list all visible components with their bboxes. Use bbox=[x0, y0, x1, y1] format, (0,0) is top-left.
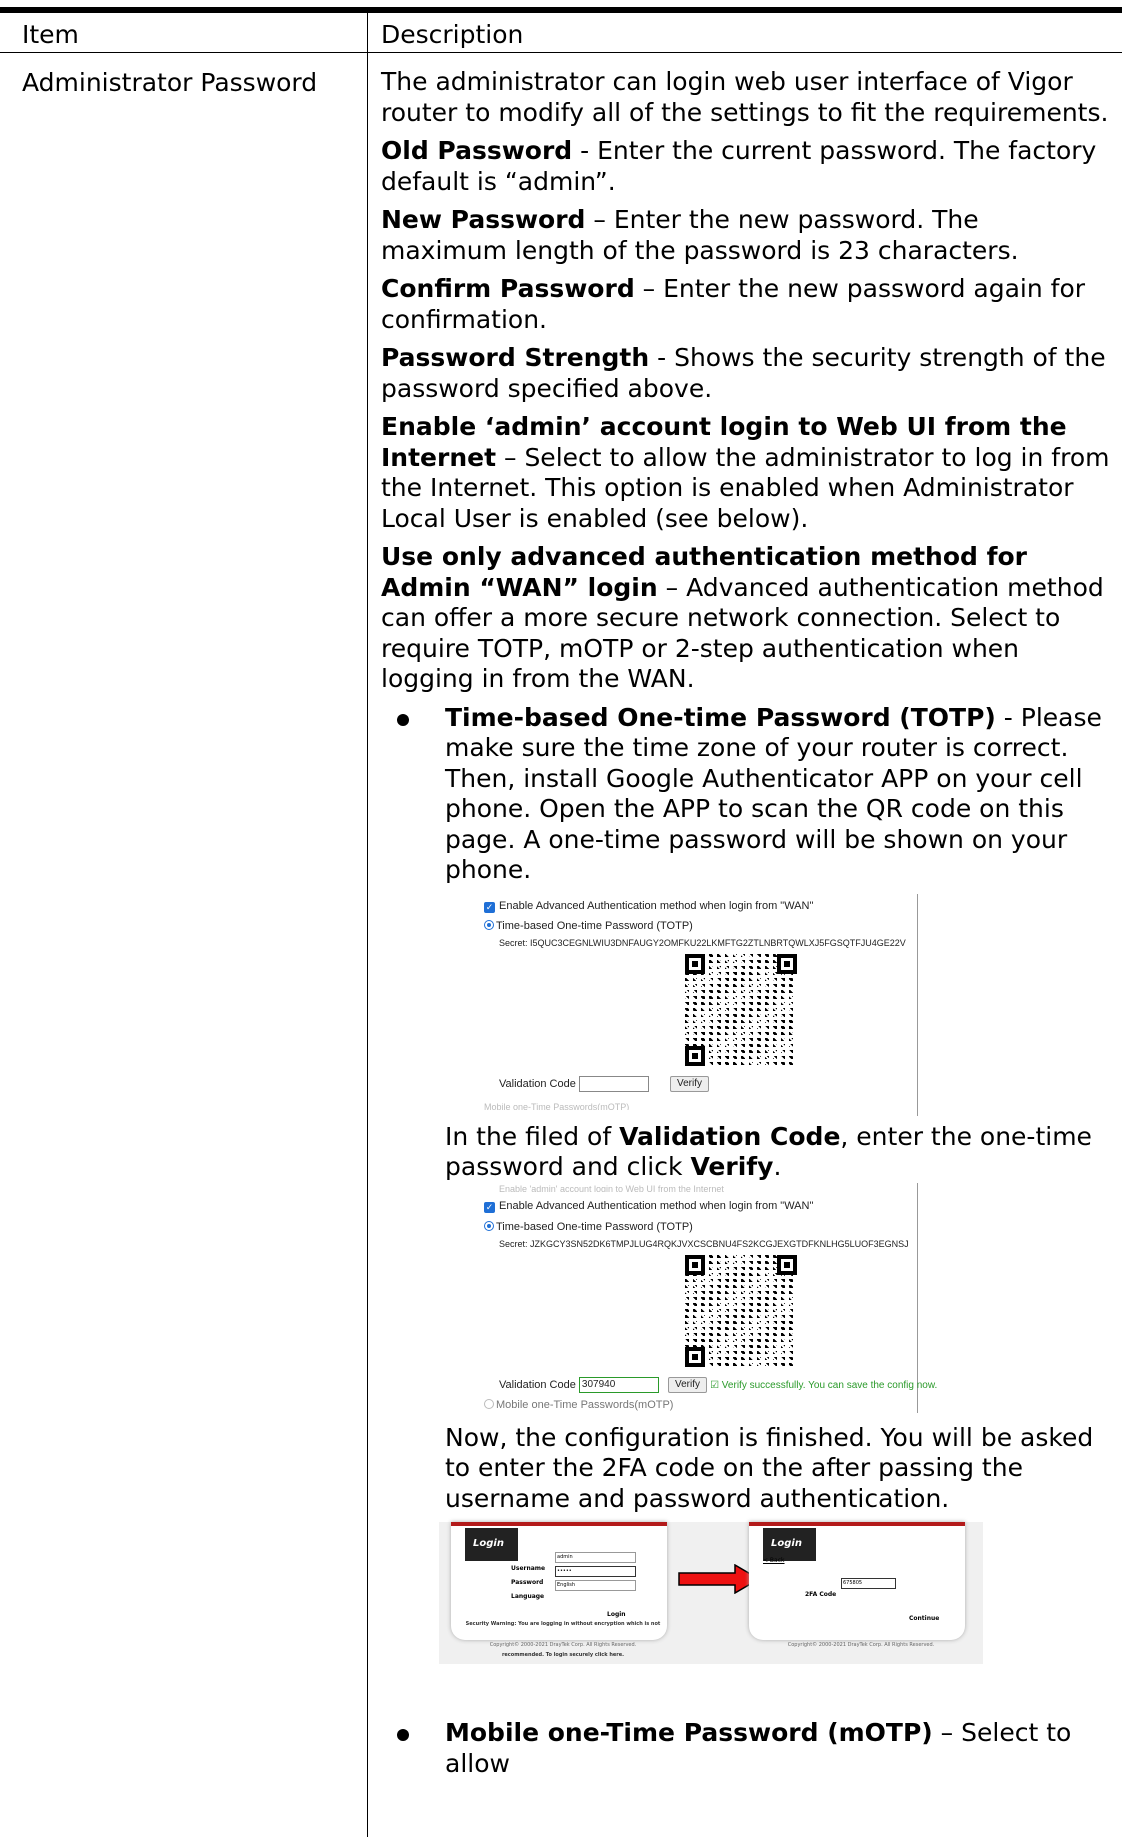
new-password-desc: New Password – Enter the new password. T… bbox=[381, 205, 1019, 265]
radio-icon bbox=[484, 1398, 494, 1409]
password-field: ••••• bbox=[555, 1566, 636, 1577]
table-top-rule bbox=[0, 7, 1122, 13]
secret-text: Secret: JZKGCY3SN52DK6TMPJLUG4RQKJVXCSCB… bbox=[499, 1238, 909, 1249]
validation-code-input bbox=[578, 1075, 649, 1092]
enable-adv-checkbox-row: ✓ Enable Advanced Authentication method w… bbox=[484, 1199, 814, 1213]
qr-code-image bbox=[685, 953, 797, 1066]
enable-admin-desc: Enable ‘admin’ account login to Web UI f… bbox=[381, 412, 1110, 533]
bullet-icon bbox=[397, 713, 409, 726]
totp-screenshot-1: ✓ Enable Advanced Authentication method w… bbox=[445, 893, 918, 1116]
totp-bullet: Time-based One-time Password (TOTP) - Pl… bbox=[381, 703, 1111, 886]
validation-row: Validation Code Verify bbox=[499, 1075, 709, 1092]
faded-enable-admin-option: Enable 'admin' account login to Web UI f… bbox=[499, 1183, 724, 1192]
login-panel-left: Login Username admin Password ••••• Lang… bbox=[451, 1522, 667, 1658]
login-tag: Login bbox=[465, 1528, 518, 1561]
qr-code-image bbox=[685, 1254, 797, 1367]
confirm-password-desc: Confirm Password – Enter the new passwor… bbox=[381, 274, 1086, 334]
old-password-desc: Old Password - Enter the current passwor… bbox=[381, 136, 1097, 196]
verify-button: Verify bbox=[667, 1376, 707, 1393]
header-item: Item bbox=[22, 20, 79, 49]
validation-code-input: 307940 bbox=[578, 1376, 659, 1393]
totp-radio-row: Time-based One-time Password (TOTP) bbox=[484, 919, 693, 933]
login-panel-right: Login < Back 2FA Code 675805 Continue Co… bbox=[749, 1522, 965, 1648]
radio-icon bbox=[484, 919, 494, 930]
copyright-text: Copyright© 2000-2021 DrayTek Corp. All R… bbox=[489, 1642, 637, 1648]
validation-instructions: In the filed of Validation Code, enter t… bbox=[445, 1121, 1092, 1182]
enable-adv-checkbox-row: ✓ Enable Advanced Authentication method w… bbox=[484, 899, 814, 913]
intro-text: The administrator can login web user int… bbox=[381, 67, 1109, 127]
validation-row: Validation Code 307940 Verify ☑ Verify s… bbox=[499, 1376, 938, 1393]
column-divider bbox=[367, 8, 368, 1837]
motp-bullet: Mobile one-Time Password (mOTP) – Select… bbox=[381, 1718, 1111, 1779]
radio-icon bbox=[484, 1220, 494, 1231]
advanced-auth-desc: Use only advanced authentication method … bbox=[381, 542, 1104, 693]
bullet-icon bbox=[397, 1729, 409, 1741]
language-select: English bbox=[555, 1580, 636, 1591]
verify-success-message: ☑ Verify successfully. You can save the … bbox=[710, 1379, 938, 1391]
back-link: < Back bbox=[763, 1557, 785, 1564]
totp-radio-row: Time-based One-time Password (TOTP) bbox=[484, 1220, 693, 1234]
2fa-code-label: 2FA Code bbox=[805, 1591, 837, 1598]
motp-radio-row: Mobile one-Time Passwords(mOTP) bbox=[484, 1398, 673, 1412]
password-strength-desc: Password Strength - Shows the security s… bbox=[381, 343, 1106, 403]
2fa-code-field: 675805 bbox=[841, 1578, 896, 1589]
header-description: Description bbox=[381, 20, 524, 49]
checkbox-icon: ✓ bbox=[484, 1201, 495, 1213]
checkbox-icon: ✓ bbox=[484, 901, 495, 913]
faded-motp-option: Mobile one-Time Passwords(mOTP) bbox=[484, 1101, 630, 1110]
item-administrator-password: Administrator Password bbox=[22, 68, 318, 97]
username-field: admin bbox=[555, 1552, 636, 1563]
totp-screenshot-2: Enable 'admin' account login to Web UI f… bbox=[445, 1182, 937, 1413]
login-screenshot: Login Username admin Password ••••• Lang… bbox=[439, 1522, 983, 1664]
finished-text: Now, the configuration is finished. You … bbox=[445, 1422, 1094, 1513]
table-header-rule bbox=[0, 52, 1122, 53]
verify-button: Verify bbox=[669, 1075, 709, 1092]
language-label: Language bbox=[511, 1593, 545, 1600]
secret-text: Secret: I5QUC3CEGNLWIU3DNFAUGY2OMFKU22LK… bbox=[499, 937, 906, 948]
copyright-text: Copyright© 2000-2021 DrayTek Corp. All R… bbox=[787, 1642, 935, 1648]
description-cell: The administrator can login web user int… bbox=[381, 67, 1111, 1787]
